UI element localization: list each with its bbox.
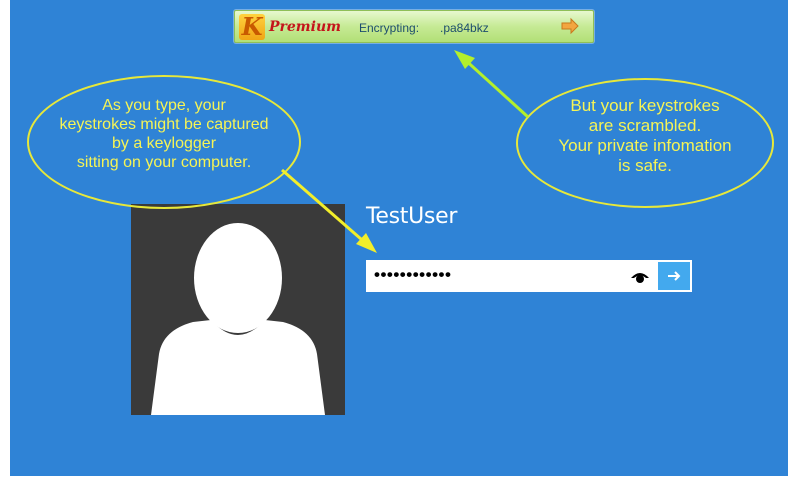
callout-arrows — [281, 50, 530, 253]
login-screen: K Premium Encrypting: .pa84bkz TestUser … — [10, 0, 788, 476]
callout-arrow-line — [281, 168, 370, 248]
callout-arrow-line — [460, 55, 530, 119]
